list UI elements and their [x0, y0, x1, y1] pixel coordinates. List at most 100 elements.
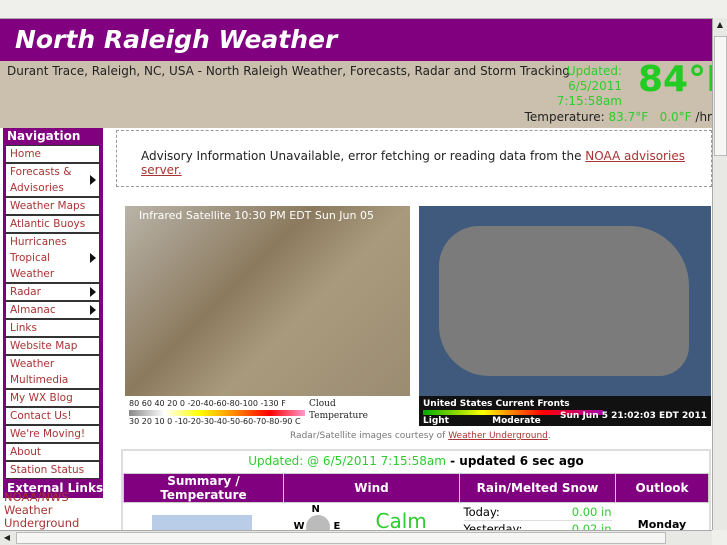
nav-item[interactable]: We're Moving! — [5, 425, 100, 443]
nav-item-label: Website Map — [10, 340, 78, 352]
nav-item[interactable]: Links — [5, 319, 100, 337]
nav-item-label: Almanac — [10, 304, 56, 316]
nav-item-label: My WX Blog — [10, 392, 73, 404]
updated-block: Updated: 6/5/2011 7:15:58am — [540, 64, 622, 109]
credit-text: Radar/Satellite images courtesy of — [290, 431, 449, 441]
nav-item-label: Hurricanes Tropical Weather — [10, 236, 67, 280]
satellite-legend: 80 60 40 20 0 -20-40-60-80-100 -130 F 30 … — [125, 396, 410, 430]
site-title: North Raleigh Weather — [0, 19, 712, 61]
nav-item[interactable]: About — [5, 443, 100, 461]
brand-logo: Weather Underground — [593, 428, 707, 438]
nav-item-label: Station Status — [10, 464, 85, 476]
updated-date: 6/5/2011 — [568, 79, 622, 93]
nav-item-label: Links — [10, 322, 37, 334]
scroll-up-icon[interactable]: ▲ — [713, 18, 727, 32]
nav-item-label: About — [10, 446, 42, 458]
temperature-line: Temperature: 83.7°F 0.0°F /hr — [525, 110, 712, 124]
nav-item-label: Contact Us! — [10, 410, 72, 422]
nav-item[interactable]: Station Status — [5, 461, 100, 479]
nav-item-label: Home — [10, 148, 42, 160]
conditions-updated: Updated: @ 6/5/2011 7:15:58am - updated … — [123, 451, 709, 473]
us-landmass — [439, 226, 689, 376]
nav-item[interactable]: Weather Maps — [5, 197, 100, 215]
header-wind: Wind — [283, 473, 460, 503]
scale-f: 80 60 40 20 0 -20-40-60-80-100 -130 F — [129, 399, 286, 408]
rain-today: Today: 0.00 in — [463, 504, 612, 521]
submenu-arrow-icon — [90, 305, 96, 315]
temp-unit: /hr — [695, 110, 712, 124]
nav-item[interactable]: Weather Multimedia — [5, 355, 100, 389]
scroll-thumb[interactable] — [16, 532, 666, 544]
updated-ago: - updated 6 sec ago — [445, 454, 584, 468]
compass-n: N — [311, 504, 320, 515]
credit-link[interactable]: Weather Underground — [448, 431, 548, 441]
current-temp: 84°F — [638, 59, 712, 100]
nav-item[interactable]: Website Map — [5, 337, 100, 355]
link-weather-underground[interactable]: Weather Underground — [4, 504, 108, 530]
compass-icon — [305, 515, 330, 530]
submenu-arrow-icon — [90, 253, 96, 263]
updated-stamp: Updated: @ 6/5/2011 7:15:58am — [248, 454, 446, 468]
condition-icon — [151, 515, 252, 530]
satellite-map[interactable]: Infrared Satellite 10:30 PM EDT Sun Jun … — [125, 206, 410, 426]
navigation-menu: Navigation Home Forecasts & Advisories Wea… — [3, 128, 103, 498]
vertical-scrollbar[interactable]: ▲ — [712, 18, 727, 530]
temp-label: Temperature: — [524, 110, 605, 124]
nav-item[interactable]: Home — [5, 145, 100, 163]
scroll-left-icon[interactable]: ◀ — [0, 531, 14, 545]
rain-label: Today: — [463, 505, 500, 519]
nav-item-label: Weather Multimedia — [10, 358, 69, 386]
nav-item[interactable]: Forecasts & Advisories — [5, 163, 100, 197]
nav-item[interactable]: Hurricanes Tropical Weather — [5, 233, 100, 283]
nav-item-label: Atlantic Buoys — [10, 218, 86, 230]
nav-item-label: Radar — [10, 286, 41, 298]
compass-w: W — [293, 521, 305, 530]
nav-item[interactable]: My WX Blog — [5, 389, 100, 407]
cloud-temperature-label: Cloud Temperature — [309, 399, 368, 421]
nav-item[interactable]: Almanac — [5, 301, 100, 319]
rain-value: 0.02 in — [571, 522, 612, 530]
nav-item[interactable]: Contact Us! — [5, 407, 100, 425]
horizontal-scrollbar[interactable]: ◀ — [0, 530, 712, 545]
nav-item[interactable]: Atlantic Buoys — [5, 215, 100, 233]
temperature-scale: 80 60 40 20 0 -20-40-60-80-100 -130 F 30 … — [129, 398, 305, 428]
submenu-arrow-icon — [90, 287, 96, 297]
conditions-panel: Updated: @ 6/5/2011 7:15:58am - updated … — [121, 449, 711, 530]
light-label: Light — [423, 416, 449, 426]
page: North Raleigh Weather Durant Trace, Rale… — [0, 18, 712, 530]
nav-item-label: Weather Maps — [10, 200, 86, 212]
outlook-cell: Monday — [616, 503, 709, 530]
satellite-title: Infrared Satellite 10:30 PM EDT Sun Jun … — [139, 209, 374, 222]
advisory-box: Advisory Information Unavailable, error … — [116, 130, 712, 187]
temp-value: 83.7°F — [608, 110, 649, 124]
conditions-table: Summary / Temperature Wind Rain/Melted Sno… — [123, 473, 709, 530]
fronts-image — [419, 206, 711, 396]
scroll-thumb[interactable] — [714, 36, 727, 156]
wind-value: Calm — [375, 509, 427, 530]
header-rain: Rain/Melted Snow — [459, 473, 616, 503]
rain-yesterday: Yesterday: 0.02 in — [464, 521, 612, 530]
rain-label: Yesterday: — [463, 522, 523, 530]
nav-item-label: Forecasts & Advisories — [10, 166, 72, 194]
outlook-day: Monday — [637, 518, 687, 530]
satellite-image: Infrared Satellite 10:30 PM EDT Sun Jun … — [125, 206, 410, 396]
image-credit: Radar/Satellite images courtesy of Weath… — [290, 431, 551, 441]
submenu-arrow-icon — [90, 175, 96, 185]
rain-value: 0.00 in — [571, 505, 612, 519]
compass-e: E — [333, 521, 341, 530]
header-outlook: Outlook — [615, 473, 709, 503]
info-bar: Durant Trace, Raleigh, NC, USA - North R… — [0, 59, 712, 128]
scale-c: 30 20 10 0 -10-20-30-40-50-60-70-80-90 C — [129, 417, 301, 426]
fronts-map[interactable]: United States Current Fronts Sun Jun 5 2… — [419, 206, 711, 438]
moderate-label: Moderate — [492, 416, 541, 426]
advisory-text: Advisory Information Unavailable, error … — [141, 149, 586, 163]
updated-time: 7:15:58am — [556, 94, 622, 108]
header-summary: Summary / Temperature — [123, 473, 284, 503]
temp-change: 0.0°F — [659, 110, 692, 124]
rain-cell: Today: 0.00 in Yesterday: 0.02 in — [460, 503, 616, 530]
fronts-date: Sun Jun 5 21:02:03 EDT 2011 — [560, 411, 707, 421]
nav-item[interactable]: Radar — [5, 283, 100, 301]
summary-cell — [124, 503, 284, 530]
wind-cell: N W E Calm — [284, 503, 460, 530]
location-text: Durant Trace, Raleigh, NC, USA - North R… — [7, 64, 570, 78]
